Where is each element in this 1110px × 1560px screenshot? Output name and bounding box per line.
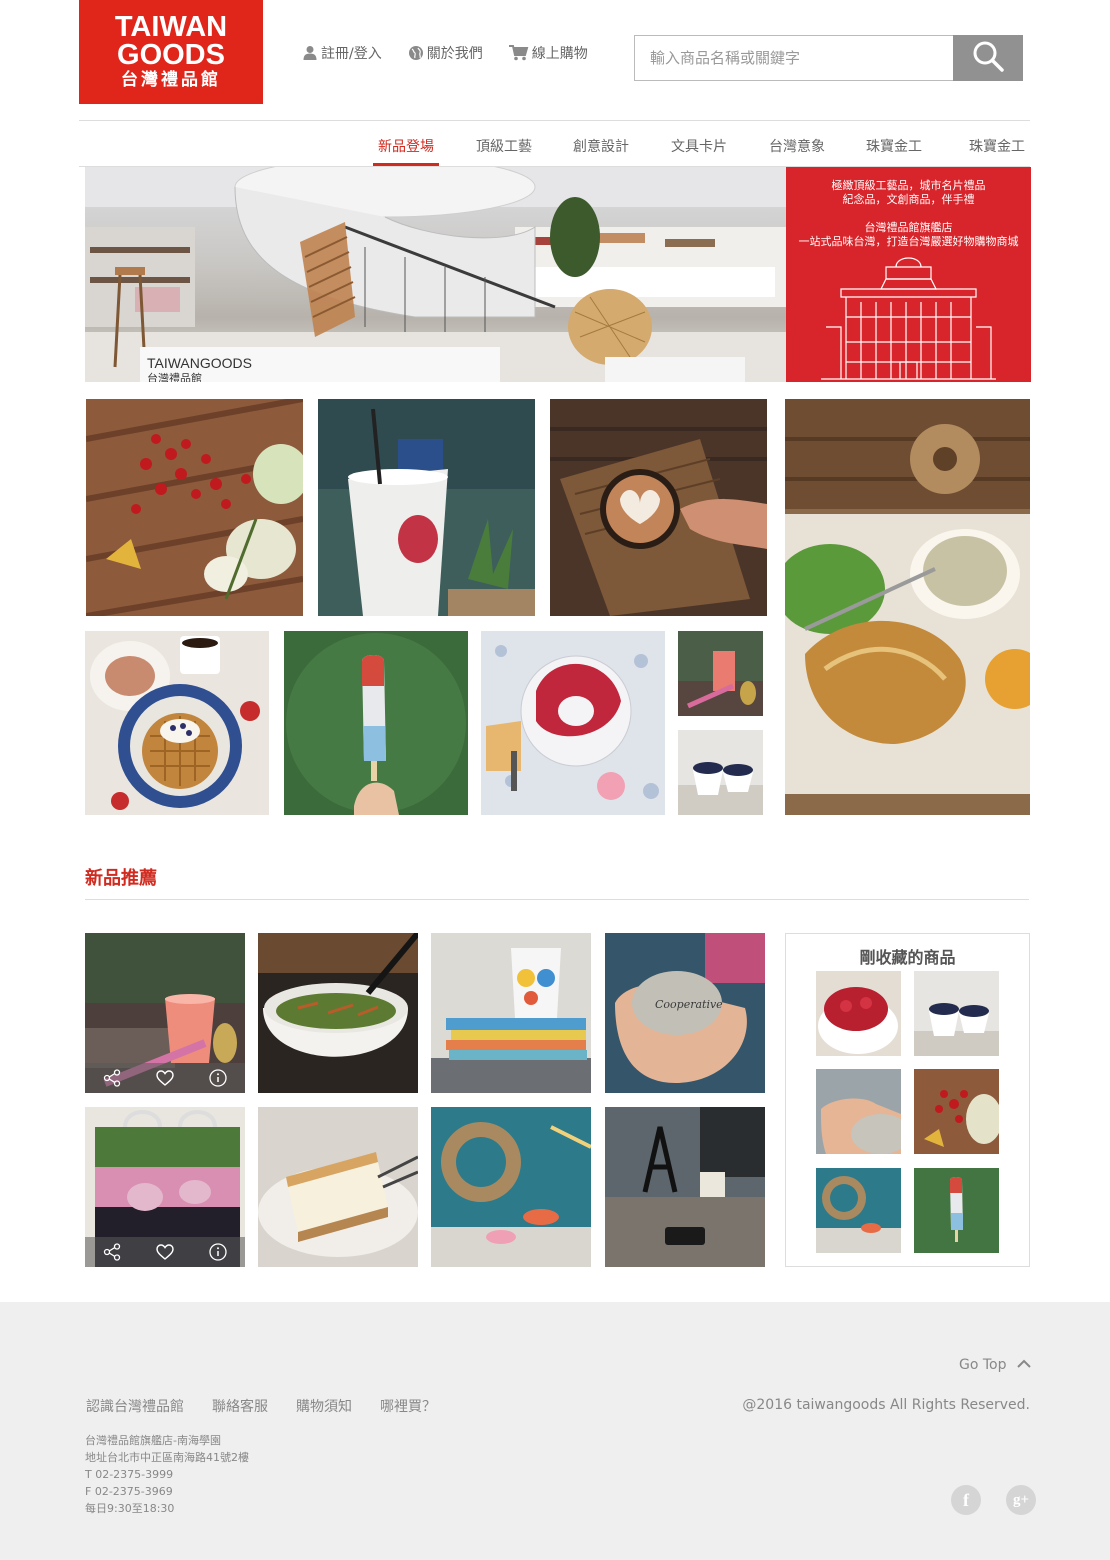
banner-store-photo[interactable]: TAIWANGOODS 台灣禮品館 <box>85 167 786 382</box>
heart-icon[interactable] <box>156 1244 174 1260</box>
category-tab-jewelry-2[interactable]: 珠寶金工 <box>969 136 1025 166</box>
address-line: 台灣禮品館旗艦店-南海學園 <box>85 1434 221 1447</box>
footer-link-shopping-guide[interactable]: 購物須知 <box>296 1396 352 1416</box>
nav-shop[interactable]: 線上購物 <box>508 43 588 63</box>
search-icon <box>971 39 1005 77</box>
photo-berries[interactable] <box>86 399 303 616</box>
favorite-raspberries[interactable] <box>816 971 901 1056</box>
photo-fish-and-chips[interactable] <box>785 399 1030 815</box>
photo-smoothie-small[interactable] <box>678 631 763 716</box>
info-icon[interactable] <box>209 1243 227 1261</box>
footer <box>0 1302 1110 1560</box>
category-tab-stationery[interactable]: 文具卡片 <box>671 136 727 166</box>
favorite-popsicle[interactable] <box>914 1168 999 1253</box>
product-card-smoothie[interactable] <box>85 933 245 1093</box>
category-tab-craft[interactable]: 頂級工藝 <box>476 136 532 166</box>
photo-popsicle[interactable] <box>284 631 468 815</box>
photo-blueberries-small[interactable] <box>678 730 763 815</box>
footer-link-contact[interactable]: 聯絡客服 <box>212 1396 268 1416</box>
cart-icon <box>508 45 529 61</box>
google-plus-icon[interactable]: g+ <box>1006 1485 1036 1515</box>
chevron-up-icon <box>1016 1357 1031 1373</box>
brand-line2: GOODS <box>117 39 225 71</box>
photo-coffee-cup[interactable] <box>318 399 535 616</box>
product-card-books-mug[interactable] <box>431 933 591 1093</box>
top-navigation: 註冊/登入 關於我們 線上購物 <box>302 43 588 63</box>
brand-line1: TAIWAN <box>114 11 228 43</box>
category-nav: 新品登場 頂級工藝 創意設計 文具卡片 台灣意象 珠寶金工 珠寶金工 <box>0 136 1110 166</box>
search-input[interactable] <box>634 35 953 81</box>
nav-about[interactable]: 關於我們 <box>408 43 483 63</box>
new-products-title: 新品推薦 <box>85 868 157 889</box>
banner-sign: TAIWANGOODS <box>147 355 252 371</box>
product-card-cooperative-stone[interactable]: Cooperative <box>605 933 765 1093</box>
address-line: F 02-2375-3969 <box>85 1485 173 1498</box>
copyright: @2016 taiwangoods All Rights Reserved. <box>742 1397 1030 1413</box>
product-action-bar <box>85 1063 245 1093</box>
building-illustration <box>821 257 996 380</box>
address-line: T 02-2375-3999 <box>85 1468 174 1481</box>
photo-latte[interactable] <box>550 399 767 616</box>
product-action-bar <box>85 1237 245 1267</box>
brand-logo[interactable]: TAIWAN GOODS 台灣禮品館 <box>79 0 263 104</box>
favorite-blueberries[interactable] <box>914 971 999 1056</box>
footer-link-about[interactable]: 認識台灣禮品館 <box>86 1396 184 1416</box>
search-button[interactable] <box>953 35 1023 81</box>
nav-login-label: 註冊/登入 <box>321 46 382 62</box>
address-line: 每日9:30至18:30 <box>85 1502 175 1515</box>
facebook-icon[interactable]: f <box>951 1485 981 1515</box>
product-card-desk[interactable] <box>605 1107 765 1267</box>
banner-promo-panel[interactable]: 極緻頂級工藝品，城市名片禮品 紀念品，文創商品，伴手禮 台灣禮品館旗艦店 一站式… <box>786 167 1031 382</box>
footer-links: 認識台灣禮品館 聯絡客服 購物須知 哪裡買？ <box>86 1396 436 1416</box>
photo-waffle[interactable] <box>85 631 269 815</box>
nav-shop-label: 線上購物 <box>531 46 588 62</box>
heart-icon[interactable] <box>156 1070 174 1086</box>
favorite-stone[interactable] <box>816 1069 901 1154</box>
category-tab-design[interactable]: 創意設計 <box>573 136 629 166</box>
nav-login[interactable]: 註冊/登入 <box>302 43 382 63</box>
category-tab-jewelry[interactable]: 珠寶金工 <box>866 136 922 166</box>
banner-sign-sub: 台灣禮品館 <box>147 372 202 382</box>
stone-text: Cooperative <box>655 998 723 1011</box>
info-icon[interactable] <box>209 1069 227 1087</box>
brand-line3: 台灣禮品館 <box>121 70 221 90</box>
category-tab-taiwan[interactable]: 台灣意象 <box>769 136 825 166</box>
product-card-tote-bag[interactable] <box>85 1107 245 1267</box>
nav-about-label: 關於我們 <box>426 46 483 62</box>
share-icon[interactable] <box>103 1069 121 1087</box>
product-card-noodles[interactable] <box>258 933 418 1093</box>
product-card-cake[interactable] <box>258 1107 418 1267</box>
header-divider <box>79 120 1030 121</box>
store-address: 台灣禮品館旗艦店-南海學園 地址台北市中正區南海路41號2樓 T 02-2375… <box>85 1432 249 1517</box>
category-tab-new[interactable]: 新品登場 <box>373 136 439 166</box>
favorites-title: 剛收藏的商品 <box>859 948 956 967</box>
globe-icon <box>408 45 424 61</box>
go-top-button[interactable]: Go Top <box>959 1357 1031 1373</box>
user-icon <box>302 45 318 61</box>
photo-pomegranate-cake[interactable] <box>481 631 665 815</box>
go-top-label: Go Top <box>959 1357 1007 1373</box>
footer-link-where-to-buy[interactable]: 哪裡買？ <box>380 1396 436 1416</box>
product-card-tape[interactable] <box>431 1107 591 1267</box>
favorite-berries-branch[interactable] <box>914 1069 999 1154</box>
favorite-tape[interactable] <box>816 1168 901 1253</box>
address-line: 地址台北市中正區南海路41號2樓 <box>85 1451 249 1464</box>
share-icon[interactable] <box>103 1243 121 1261</box>
section-divider <box>85 899 1029 900</box>
search-bar <box>634 35 1023 81</box>
